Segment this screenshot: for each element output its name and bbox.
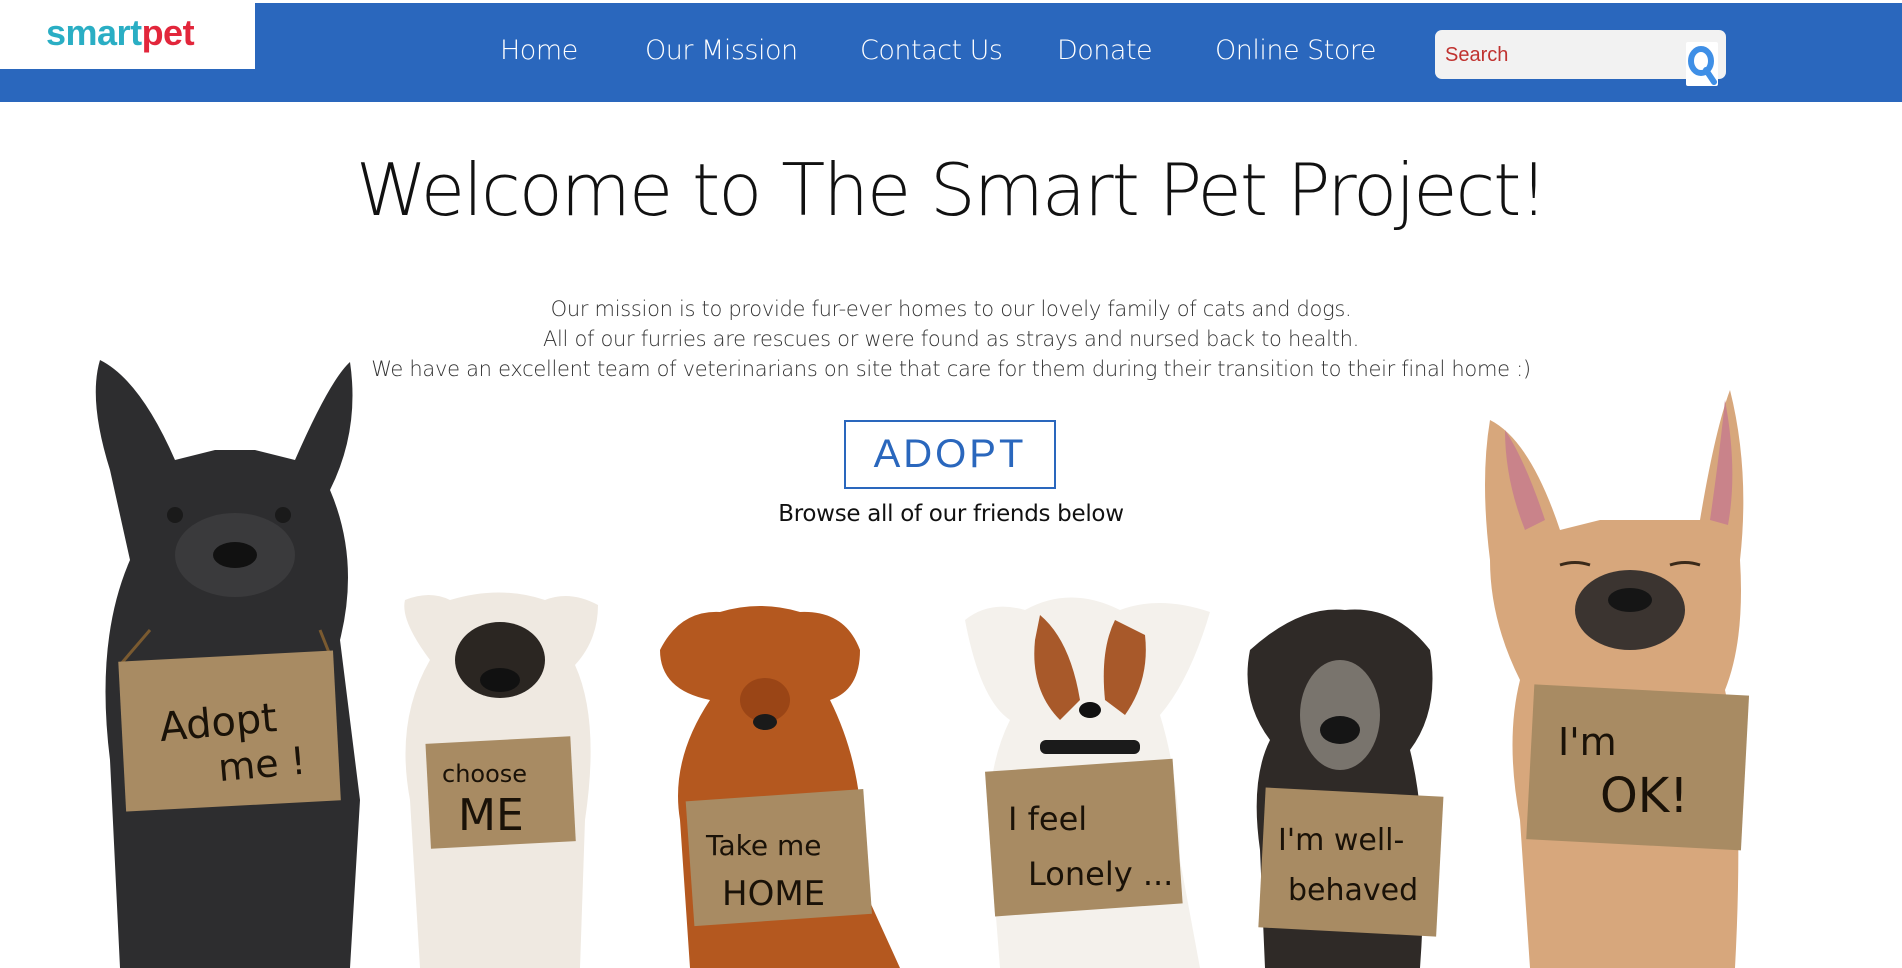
logo-pet: pet	[141, 12, 195, 53]
page-title: Welcome to The Smart Pet Project!	[355, 148, 1548, 232]
page: Home Our Mission Contact Us Donate Onlin…	[0, 0, 1902, 968]
logo[interactable]: smartpet	[46, 11, 195, 55]
sign-3-line1: Take me	[705, 829, 821, 862]
mission-line: Our mission is to provide fur-ever homes…	[550, 297, 1352, 321]
sign-4-line1: I feel	[1008, 800, 1087, 838]
logo-box[interactable]: smartpet	[0, 3, 255, 69]
sign-1: Adopt me !	[118, 650, 341, 812]
mission-line: We have an excellent team of veterinaria…	[371, 357, 1531, 381]
adopt-button[interactable]: ADOPT	[844, 420, 1056, 489]
sign-1-line2: me !	[216, 739, 307, 790]
browse-text: Browse all of our friends below	[778, 501, 1124, 527]
mission-text: Our mission is to provide fur-ever homes…	[0, 294, 1902, 384]
sign-6-line1: I'm	[1558, 720, 1617, 764]
mission-line: All of our furries are rescues or were f…	[542, 327, 1360, 351]
sign-5: I'm well- behaved	[1258, 787, 1444, 937]
search-icon	[1688, 46, 1717, 85]
search-input[interactable]	[1443, 38, 1677, 72]
search-box	[1435, 30, 1726, 86]
search-button[interactable]	[1686, 42, 1718, 86]
sign-6: I'm OK!	[1526, 684, 1750, 851]
sign-2-line2: ME	[458, 790, 524, 841]
dog-fawn-bulldog	[1485, 390, 1744, 968]
nav-home[interactable]: Home	[500, 31, 578, 71]
nav-online-store[interactable]: Online Store	[1215, 31, 1377, 71]
nav-our-mission[interactable]: Our Mission	[645, 31, 798, 71]
sign-2: choose ME	[425, 736, 576, 849]
sign-2-line1: choose	[442, 760, 527, 788]
nav-contact-us[interactable]: Contact Us	[860, 31, 1003, 71]
sign-3: Take me HOME	[685, 789, 872, 927]
sign-4-line2: Lonely ...	[1028, 855, 1173, 893]
sign-4: I feel Lonely ...	[984, 758, 1183, 917]
sign-5-line2: behaved	[1288, 873, 1418, 908]
logo-smart: smart	[46, 12, 142, 53]
sign-5-line1: I'm well-	[1278, 823, 1404, 858]
sign-6-line2: OK!	[1600, 768, 1689, 824]
nav-donate[interactable]: Donate	[1057, 31, 1153, 71]
navbar: Home Our Mission Contact Us Donate Onlin…	[0, 3, 1902, 102]
sign-3-line2: HOME	[722, 874, 825, 914]
